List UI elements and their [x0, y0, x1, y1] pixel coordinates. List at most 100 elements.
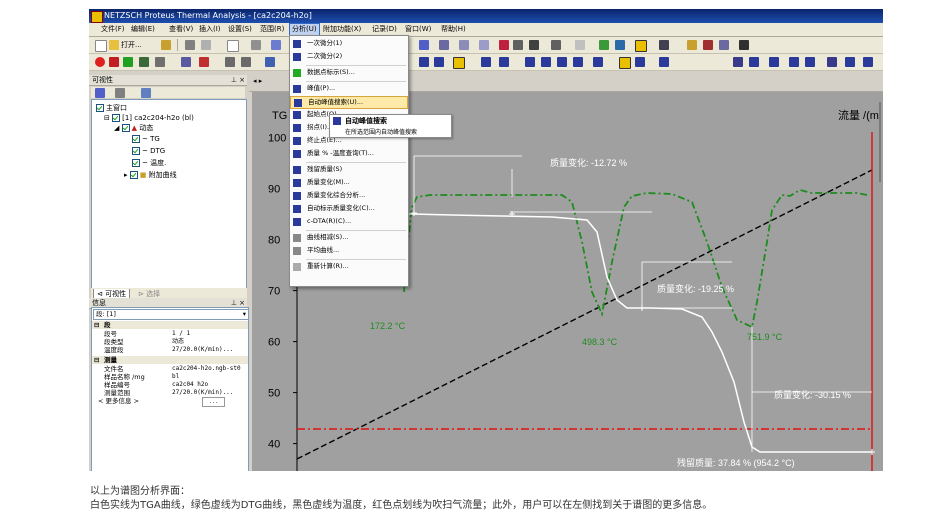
move-icon[interactable] — [513, 40, 523, 50]
curve2-icon[interactable] — [749, 57, 759, 67]
menu-item[interactable]: 二次微分(2) — [290, 51, 408, 62]
settings-icon[interactable] — [271, 40, 281, 50]
zoom-out-icon[interactable] — [241, 57, 251, 67]
checkbox[interactable] — [112, 114, 121, 122]
filter-icon[interactable] — [141, 88, 151, 98]
curve5-icon[interactable] — [805, 57, 815, 67]
more-info-link[interactable]: < 更多信息 > — [98, 397, 139, 405]
tool-icon[interactable] — [161, 40, 171, 50]
menu-range[interactable]: 范围(R) — [258, 24, 286, 35]
curve-icon[interactable] — [733, 57, 743, 67]
menu-insert[interactable]: 插入(I) — [197, 24, 223, 35]
menu-item[interactable]: 峰值(P)... — [290, 83, 408, 94]
close-icon[interactable]: × — [239, 75, 245, 85]
copy-icon[interactable] — [201, 40, 211, 50]
grid-icon[interactable] — [703, 40, 713, 50]
tree-node-main[interactable]: 主窗口 — [96, 104, 127, 113]
axis-icon[interactable] — [439, 40, 449, 50]
help-icon[interactable] — [739, 40, 749, 50]
mark-icon[interactable] — [199, 57, 209, 67]
peak5-icon[interactable] — [635, 57, 645, 67]
menu-item[interactable]: 自动峰值搜索(U)... — [290, 96, 408, 109]
curve6-icon[interactable] — [827, 57, 837, 67]
expand-icon[interactable] — [115, 88, 125, 98]
onset-icon[interactable] — [499, 57, 509, 67]
step-icon[interactable] — [434, 57, 444, 67]
zoom-icon[interactable] — [529, 40, 539, 50]
menu-help[interactable]: 帮助(H) — [439, 24, 468, 35]
more-info-button[interactable]: ... — [202, 397, 226, 407]
checkbox[interactable] — [121, 124, 130, 132]
highlight-icon[interactable] — [453, 57, 465, 69]
pointer-icon[interactable] — [635, 40, 647, 52]
peak3-icon[interactable] — [573, 57, 583, 67]
clipboard-icon[interactable] — [251, 40, 261, 50]
segment-select[interactable]: 段: [1] ▾ — [93, 309, 249, 320]
open-folder-icon[interactable] — [109, 40, 119, 50]
play-icon[interactable] — [123, 57, 133, 67]
checkbox[interactable] — [96, 104, 104, 112]
menu-item[interactable]: 质量变化(M)... — [290, 177, 408, 188]
menu-item[interactable]: 平均曲线... — [290, 245, 408, 256]
menu-item[interactable]: 自动标示质量变化(C)... — [290, 203, 408, 214]
auto-peak-icon[interactable] — [619, 57, 631, 69]
table-icon[interactable] — [459, 40, 469, 50]
menu-item[interactable]: 曲线相减(S)... — [290, 232, 408, 243]
more-info-row[interactable]: < 更多信息 >... — [92, 397, 248, 407]
menu-item[interactable]: c-DTA(R)(C)... — [290, 216, 408, 227]
curve7-icon[interactable] — [845, 57, 855, 67]
peak-icon[interactable] — [419, 57, 429, 67]
print-icon[interactable] — [185, 40, 195, 50]
curve4-icon[interactable] — [789, 57, 799, 67]
tree-node-extra[interactable]: ▸ ■ 附加曲线 — [124, 171, 177, 180]
page-icon[interactable] — [227, 40, 239, 52]
end-icon[interactable] — [525, 57, 535, 67]
menu-extras[interactable]: 附加功能(X) — [321, 24, 363, 35]
green-icon[interactable] — [599, 40, 609, 50]
tree-node-dynamic[interactable]: ◢ ▲ 动态 — [114, 124, 153, 133]
menu-item[interactable]: 重新计算(R)... — [290, 261, 408, 272]
area-icon[interactable] — [481, 57, 491, 67]
checkbox[interactable] — [129, 171, 138, 179]
zoom-in-icon[interactable] — [225, 57, 235, 67]
chart-icon[interactable] — [419, 40, 429, 50]
peak6-icon[interactable] — [659, 57, 669, 67]
mass-icon[interactable] — [541, 57, 551, 67]
line-icon[interactable] — [575, 40, 585, 50]
menu-file[interactable]: 文件(F) — [99, 24, 127, 35]
info-section-segment[interactable]: ⊟ 段 — [92, 321, 248, 329]
record-icon[interactable] — [95, 57, 105, 67]
menu-record[interactable]: 记录(D) — [370, 24, 399, 35]
tree-node-dtg[interactable]: ~ DTG — [132, 147, 165, 156]
menu-view[interactable]: 查看(V) — [167, 24, 195, 35]
layout-icon[interactable] — [479, 40, 489, 50]
window-icon[interactable] — [659, 40, 669, 50]
peak4-icon[interactable] — [593, 57, 603, 67]
undo-icon[interactable] — [265, 57, 275, 67]
tree-node-tg[interactable]: ~ TG — [132, 135, 160, 144]
key-icon[interactable] — [687, 40, 697, 50]
blue-icon[interactable] — [615, 40, 625, 50]
curve3-icon[interactable] — [769, 57, 779, 67]
cursor-icon[interactable] — [499, 40, 509, 50]
checkbox[interactable] — [132, 135, 140, 143]
tree-node-file[interactable]: ⊟ [1] ca2c204-h2o (bl) — [104, 114, 194, 123]
doc-tab-icon[interactable]: ◂ ▸ — [253, 77, 262, 85]
view-icon[interactable] — [155, 57, 165, 67]
list-icon[interactable] — [719, 40, 729, 50]
visibility-icon[interactable] — [95, 88, 105, 98]
text-icon[interactable] — [181, 57, 191, 67]
pin-icon[interactable]: ⊥ — [231, 75, 237, 85]
menu-item[interactable]: 数据点标示(S)... — [290, 67, 408, 78]
menu-settings[interactable]: 设置(S) — [226, 24, 254, 35]
menu-item[interactable]: 残留质量(S) — [290, 164, 408, 175]
open-button[interactable]: 打开... — [121, 40, 142, 50]
menu-item[interactable]: 一次微分(1) — [290, 38, 408, 49]
stop-icon[interactable] — [109, 57, 119, 67]
export-icon[interactable] — [139, 57, 149, 67]
scale-icon[interactable] — [551, 40, 561, 50]
curve8-icon[interactable] — [863, 57, 873, 67]
info-section-measurement[interactable]: ⊟ 测量 — [92, 356, 248, 364]
checkbox[interactable] — [132, 159, 140, 167]
menu-edit[interactable]: 编辑(E) — [129, 24, 157, 35]
